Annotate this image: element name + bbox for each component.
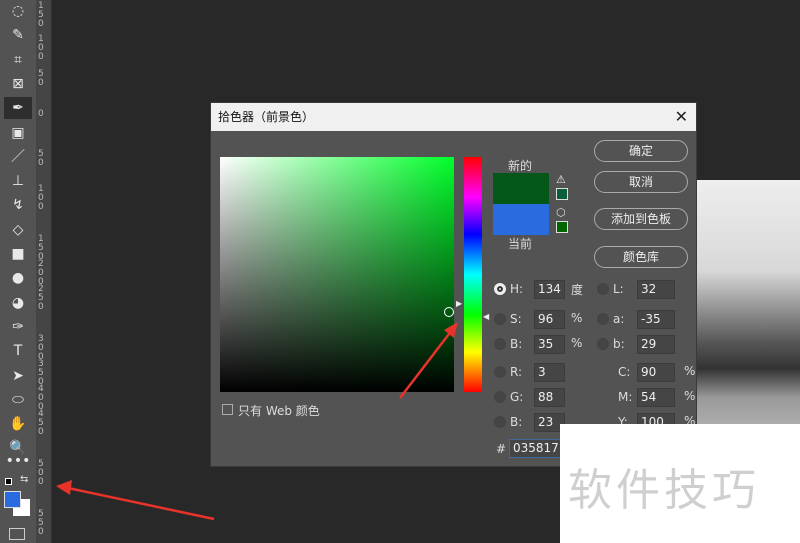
arrow-head-foreground: [56, 480, 72, 495]
arrow-to-foreground-color: [67, 486, 215, 521]
arrow-to-hue-slider: [399, 329, 453, 399]
annotation-arrows: [56, 322, 458, 521]
arrow-head-hue: [444, 322, 458, 338]
